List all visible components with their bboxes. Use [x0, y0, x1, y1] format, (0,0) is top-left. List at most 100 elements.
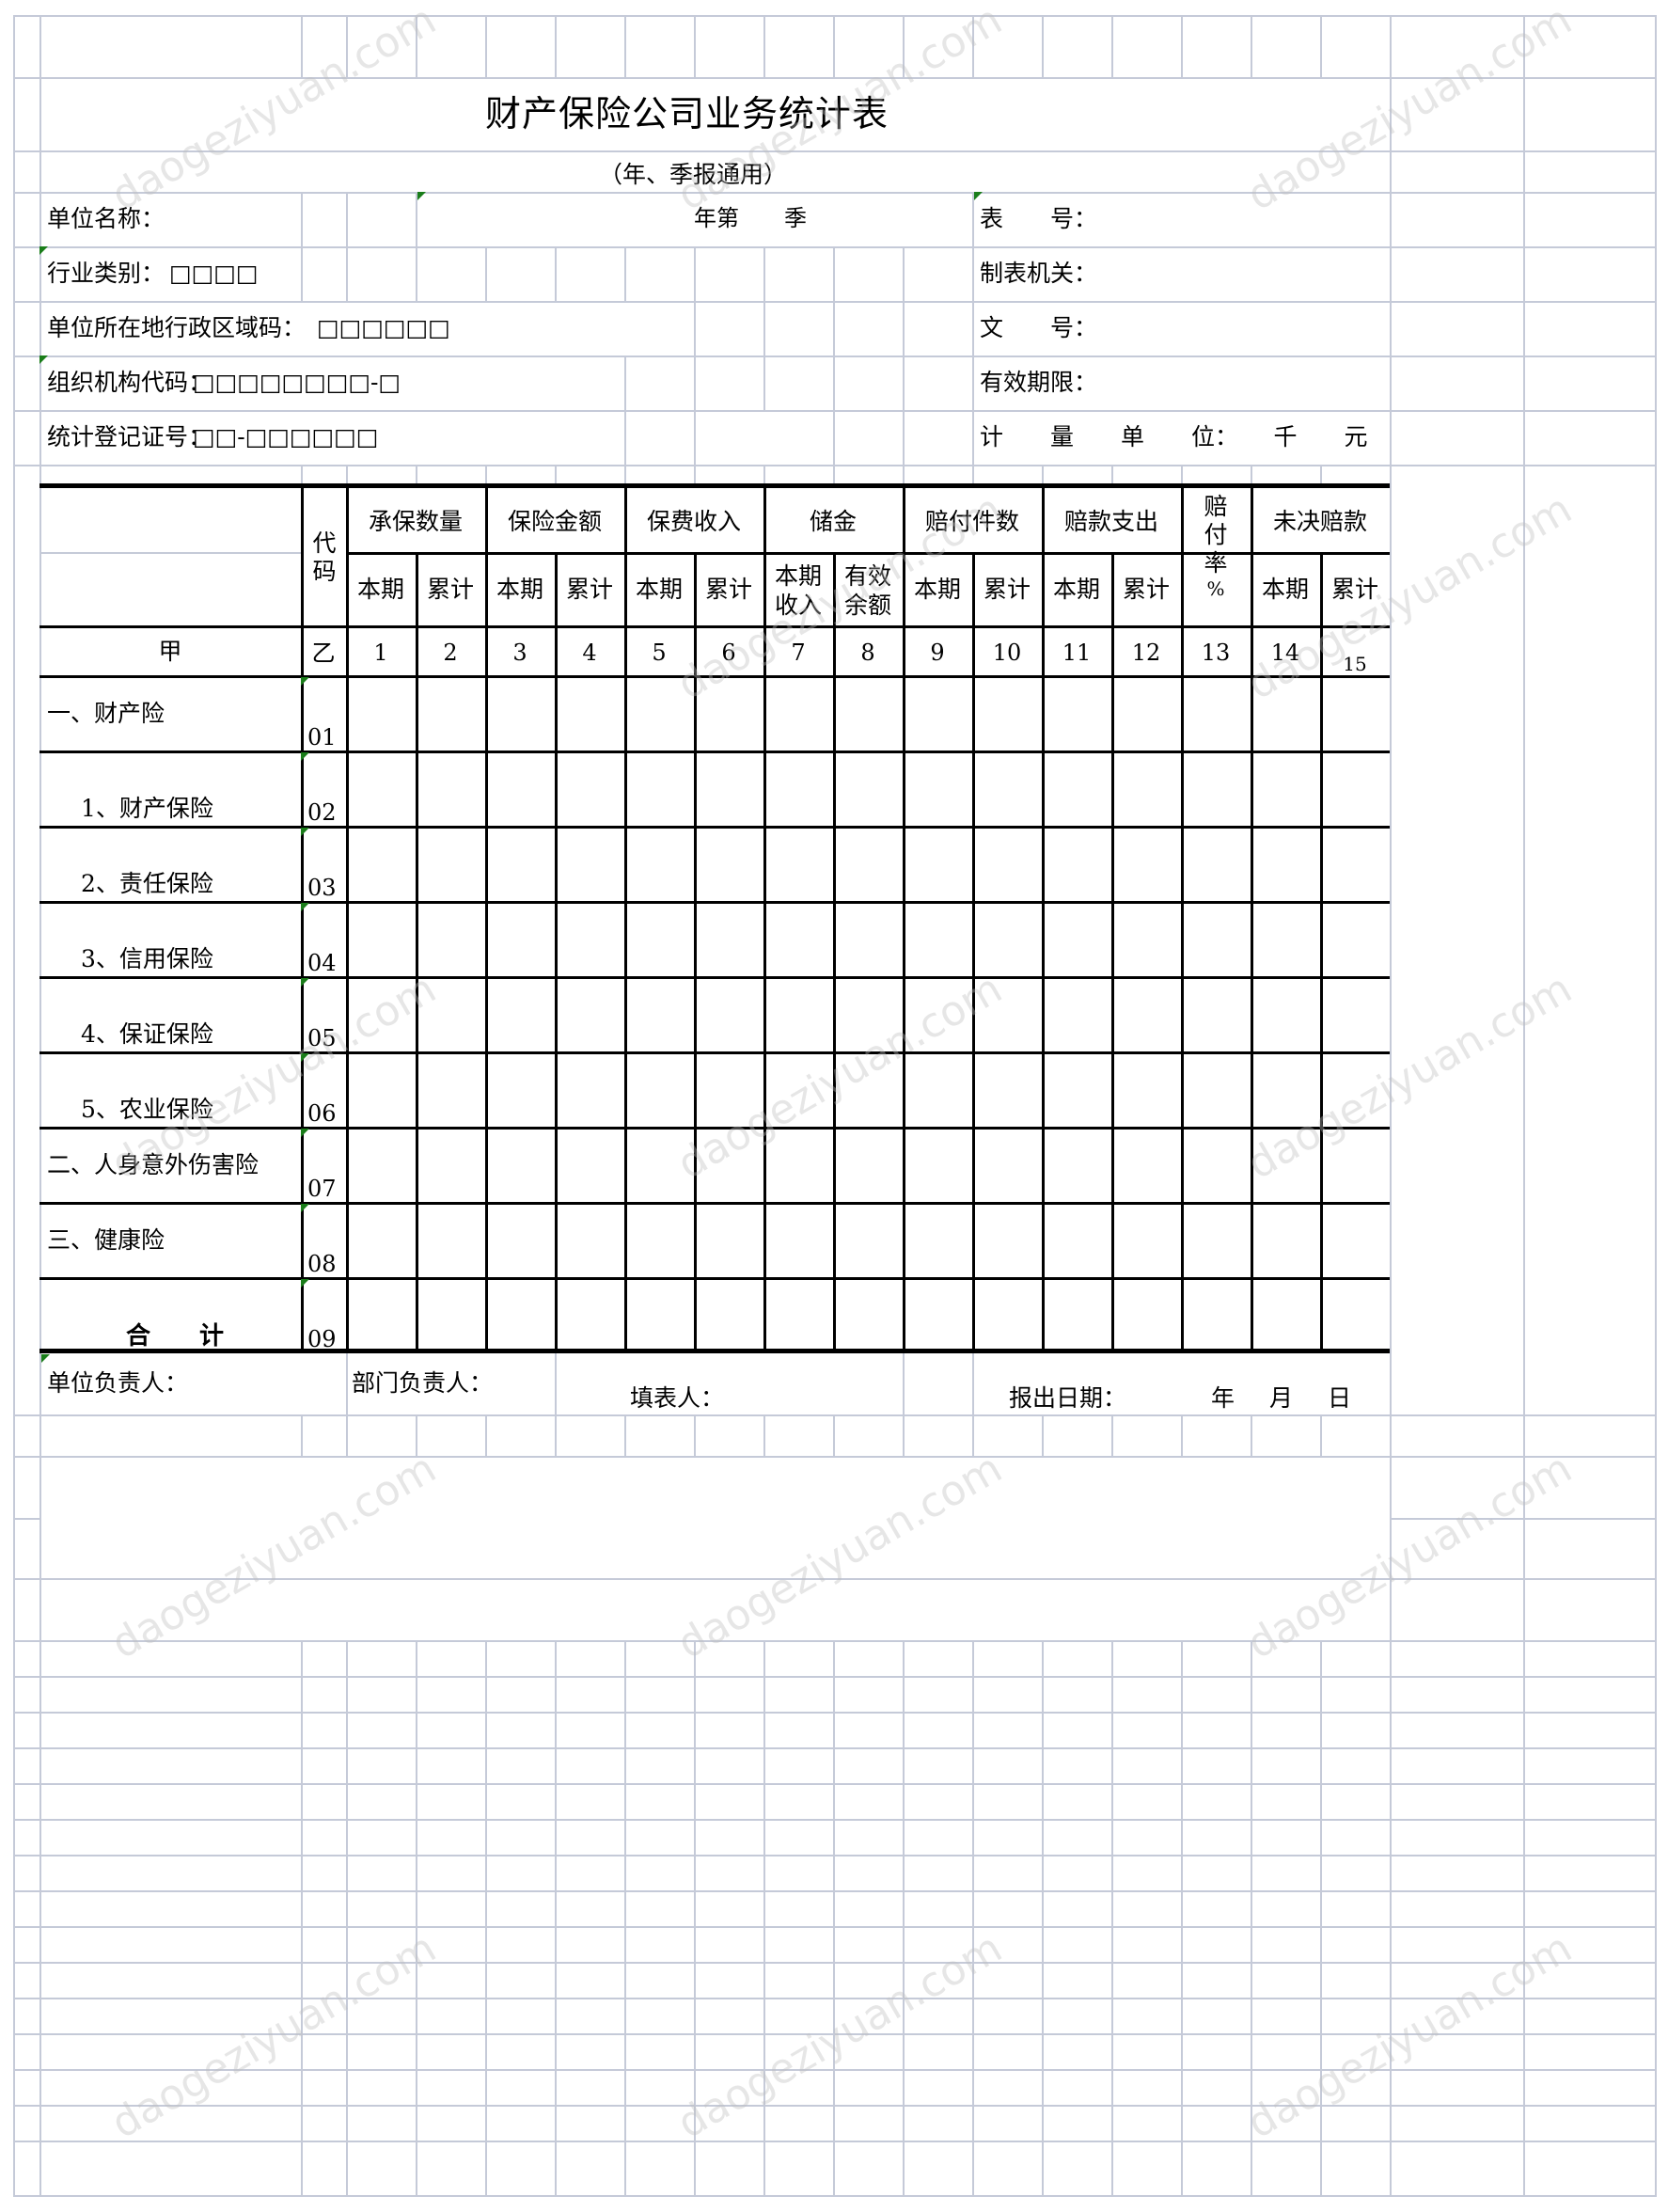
document-number-label[interactable]: 文 号： — [980, 316, 1097, 340]
data-cell[interactable] — [697, 904, 763, 976]
data-cell[interactable] — [418, 1130, 485, 1202]
data-cell[interactable] — [418, 1205, 485, 1277]
data-cell[interactable] — [627, 979, 694, 1051]
data-cell[interactable] — [1045, 829, 1111, 901]
data-cell[interactable] — [1323, 904, 1390, 976]
data-cell[interactable] — [349, 979, 416, 1051]
data-cell[interactable] — [697, 979, 763, 1051]
data-cell[interactable] — [1114, 678, 1181, 750]
data-cell[interactable] — [836, 979, 903, 1051]
data-cell[interactable] — [1323, 979, 1390, 1051]
data-cell[interactable] — [418, 829, 485, 901]
data-cell[interactable] — [558, 1130, 624, 1202]
data-cell[interactable] — [766, 753, 833, 826]
data-cell[interactable] — [1184, 1205, 1251, 1277]
data-cell[interactable] — [697, 753, 763, 826]
dept-head-label[interactable]: 部门负责人： — [352, 1371, 493, 1395]
data-cell[interactable] — [836, 678, 903, 750]
data-cell[interactable] — [349, 829, 416, 901]
data-cell[interactable] — [975, 1280, 1042, 1352]
data-cell[interactable] — [766, 1205, 833, 1277]
data-cell[interactable] — [558, 678, 624, 750]
issuing-authority-label[interactable]: 制表机关： — [980, 261, 1097, 285]
data-cell[interactable] — [836, 829, 903, 901]
report-date-label[interactable]: 报出日期： — [1009, 1386, 1126, 1410]
data-cell[interactable] — [905, 1280, 972, 1352]
data-cell[interactable] — [766, 1054, 833, 1127]
data-cell[interactable] — [349, 1205, 416, 1277]
data-cell[interactable] — [488, 1280, 555, 1352]
data-cell[interactable] — [1045, 904, 1111, 976]
data-cell[interactable] — [1323, 1054, 1390, 1127]
data-cell[interactable] — [488, 979, 555, 1051]
data-cell[interactable] — [558, 979, 624, 1051]
data-cell[interactable] — [975, 1205, 1042, 1277]
data-cell[interactable] — [1253, 753, 1320, 826]
data-cell[interactable] — [1184, 829, 1251, 901]
data-cell[interactable] — [975, 904, 1042, 976]
data-cell[interactable] — [488, 753, 555, 826]
data-cell[interactable] — [627, 678, 694, 750]
data-cell[interactable] — [836, 1054, 903, 1127]
data-cell[interactable] — [1323, 753, 1390, 826]
validity-label[interactable]: 有效期限： — [980, 371, 1097, 394]
data-cell[interactable] — [418, 678, 485, 750]
data-cell[interactable] — [697, 1205, 763, 1277]
data-cell[interactable] — [627, 753, 694, 826]
data-cell[interactable] — [766, 904, 833, 976]
data-cell[interactable] — [1253, 1130, 1320, 1202]
data-cell[interactable] — [1323, 678, 1390, 750]
data-cell[interactable] — [1253, 1205, 1320, 1277]
data-cell[interactable] — [905, 829, 972, 901]
data-cell[interactable] — [488, 1054, 555, 1127]
data-cell[interactable] — [766, 829, 833, 901]
data-cell[interactable] — [1114, 1054, 1181, 1127]
data-cell[interactable] — [1253, 1280, 1320, 1352]
data-cell[interactable] — [697, 1054, 763, 1127]
data-cell[interactable] — [1323, 1280, 1390, 1352]
data-cell[interactable] — [975, 829, 1042, 901]
data-cell[interactable] — [1253, 904, 1320, 976]
data-cell[interactable] — [975, 979, 1042, 1051]
data-cell[interactable] — [1045, 678, 1111, 750]
data-cell[interactable] — [975, 678, 1042, 750]
data-cell[interactable] — [1184, 678, 1251, 750]
data-cell[interactable] — [558, 753, 624, 826]
data-cell[interactable] — [627, 1054, 694, 1127]
data-cell[interactable] — [836, 904, 903, 976]
data-cell[interactable] — [905, 753, 972, 826]
data-cell[interactable] — [558, 1205, 624, 1277]
data-cell[interactable] — [905, 1130, 972, 1202]
data-cell[interactable] — [975, 1054, 1042, 1127]
data-cell[interactable] — [558, 1280, 624, 1352]
data-cell[interactable] — [627, 904, 694, 976]
data-cell[interactable] — [627, 1130, 694, 1202]
data-cell[interactable] — [1045, 1130, 1111, 1202]
data-cell[interactable] — [766, 678, 833, 750]
data-cell[interactable] — [418, 1054, 485, 1127]
data-cell[interactable] — [697, 678, 763, 750]
data-cell[interactable] — [488, 829, 555, 901]
data-cell[interactable] — [1184, 1280, 1251, 1352]
data-cell[interactable] — [1114, 1205, 1181, 1277]
data-cell[interactable] — [488, 904, 555, 976]
data-cell[interactable] — [558, 829, 624, 901]
data-cell[interactable] — [1045, 1280, 1111, 1352]
data-cell[interactable] — [1114, 904, 1181, 976]
data-cell[interactable] — [1045, 979, 1111, 1051]
data-cell[interactable] — [349, 678, 416, 750]
data-cell[interactable] — [1045, 1205, 1111, 1277]
data-cell[interactable] — [418, 753, 485, 826]
data-cell[interactable] — [836, 1205, 903, 1277]
data-cell[interactable] — [349, 1130, 416, 1202]
period-label[interactable]: 年第 季 — [694, 207, 807, 229]
data-cell[interactable] — [349, 753, 416, 826]
data-cell[interactable] — [1114, 829, 1181, 901]
data-cell[interactable] — [697, 1130, 763, 1202]
unit-head-label[interactable]: 单位负责人： — [47, 1371, 188, 1395]
data-cell[interactable] — [1045, 1054, 1111, 1127]
data-cell[interactable] — [1114, 753, 1181, 826]
data-cell[interactable] — [1323, 829, 1390, 901]
data-cell[interactable] — [975, 1130, 1042, 1202]
data-cell[interactable] — [1184, 1130, 1251, 1202]
